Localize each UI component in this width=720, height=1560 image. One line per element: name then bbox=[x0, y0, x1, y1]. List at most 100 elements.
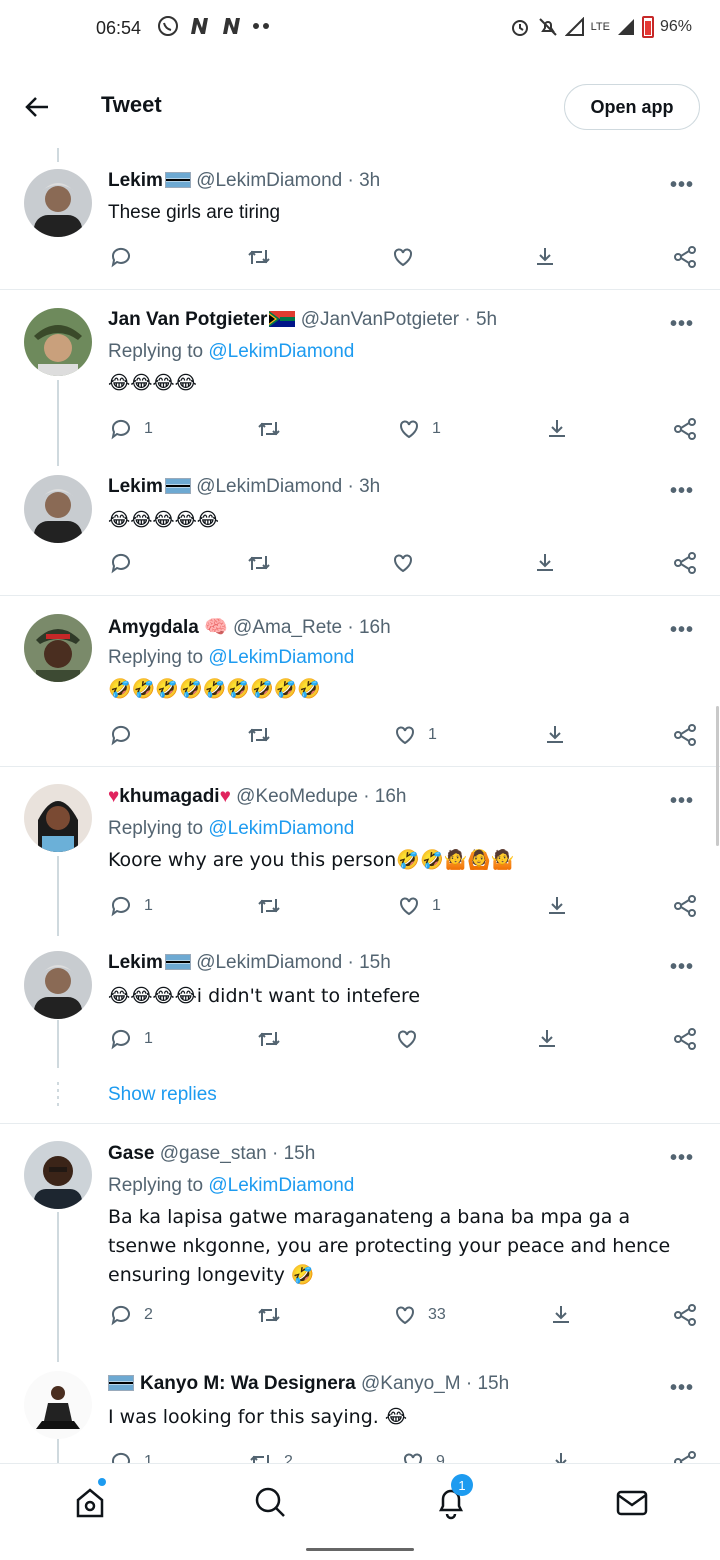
share-button[interactable] bbox=[672, 550, 698, 576]
share-icon bbox=[674, 1304, 696, 1326]
reply-count: 1 bbox=[144, 897, 153, 914]
avatar[interactable] bbox=[24, 951, 92, 1019]
mention-link[interactable]: @LekimDiamond bbox=[208, 1175, 354, 1196]
retweet-button[interactable] bbox=[256, 1026, 282, 1052]
author-name[interactable]: Lekim bbox=[108, 170, 163, 191]
notifications-badge: 1 bbox=[451, 1474, 473, 1496]
retweet-button[interactable] bbox=[246, 550, 272, 576]
more-options-icon[interactable]: ••• bbox=[670, 1147, 694, 1170]
author-name[interactable]: Kanyo M: Wa Designera bbox=[140, 1373, 356, 1394]
back-arrow-icon[interactable] bbox=[22, 92, 52, 122]
open-app-button[interactable]: Open app bbox=[564, 84, 700, 130]
retweet-button[interactable] bbox=[246, 244, 272, 270]
avatar[interactable] bbox=[24, 1371, 92, 1439]
tweet-feed[interactable]: Lekim @LekimDiamond · 3h ••• These girls… bbox=[0, 148, 720, 1463]
author-name[interactable]: Jan Van Potgieter bbox=[108, 309, 267, 330]
like-button[interactable]: 33 bbox=[392, 1302, 446, 1328]
share-button[interactable] bbox=[672, 1026, 698, 1052]
more-options-icon[interactable]: ••• bbox=[670, 313, 694, 336]
more-options-icon[interactable]: ••• bbox=[670, 790, 694, 813]
reply-button[interactable]: 1 bbox=[108, 1449, 153, 1463]
tweet-text: 😂😂😂😂😂 bbox=[108, 509, 220, 531]
retweet-button[interactable] bbox=[256, 1302, 282, 1328]
more-options-icon[interactable]: ••• bbox=[670, 480, 694, 503]
author-name[interactable]: Lekim bbox=[108, 952, 163, 973]
reply-count: 1 bbox=[144, 1453, 153, 1463]
heart-icon bbox=[396, 1306, 414, 1325]
retweet-button[interactable] bbox=[256, 893, 282, 919]
share-button[interactable] bbox=[672, 722, 698, 748]
notification-n-icon bbox=[191, 18, 208, 34]
retweet-button[interactable] bbox=[256, 416, 282, 442]
more-options-icon[interactable]: ••• bbox=[670, 956, 694, 979]
avatar[interactable] bbox=[24, 614, 92, 682]
share-button[interactable] bbox=[672, 893, 698, 919]
mention-link[interactable]: @LekimDiamond bbox=[208, 647, 354, 668]
author-name[interactable]: Lekim bbox=[108, 476, 163, 497]
reply-button[interactable]: 1 bbox=[108, 1026, 153, 1052]
share-button[interactable] bbox=[672, 1449, 698, 1463]
reply-button[interactable] bbox=[108, 244, 134, 270]
avatar[interactable] bbox=[24, 1141, 92, 1209]
reply-count: 2 bbox=[144, 1306, 153, 1323]
author-handle: @LekimDiamond · 3h bbox=[196, 170, 381, 191]
download-button[interactable] bbox=[532, 550, 558, 576]
download-button[interactable] bbox=[542, 722, 568, 748]
author-handle: @LekimDiamond · 3h bbox=[196, 476, 381, 497]
avatar[interactable] bbox=[24, 475, 92, 543]
replying-to: Replying to @LekimDiamond bbox=[108, 647, 355, 668]
download-button[interactable] bbox=[532, 244, 558, 270]
reply-button[interactable]: 1 bbox=[108, 893, 153, 919]
mention-link[interactable]: @LekimDiamond bbox=[208, 341, 354, 362]
download-button[interactable] bbox=[534, 1026, 560, 1052]
retweet-button[interactable]: 2 bbox=[248, 1449, 293, 1463]
mention-link[interactable]: @LekimDiamond bbox=[208, 818, 354, 839]
more-options-icon[interactable]: ••• bbox=[670, 174, 694, 197]
retweet-button[interactable] bbox=[246, 722, 272, 748]
share-icon bbox=[674, 1028, 696, 1050]
status-bar: 06:54 LTE 96% bbox=[0, 0, 720, 60]
share-icon bbox=[674, 552, 696, 574]
download-button[interactable] bbox=[544, 416, 570, 442]
like-button[interactable]: 1 bbox=[396, 893, 441, 919]
share-button[interactable] bbox=[672, 1302, 698, 1328]
author-name[interactable]: Gase bbox=[108, 1143, 154, 1164]
author-handle: @gase_stan · 15h bbox=[159, 1143, 316, 1164]
download-button[interactable] bbox=[548, 1302, 574, 1328]
author-name[interactable]: Amygdala bbox=[108, 617, 199, 638]
like-button[interactable] bbox=[394, 1026, 420, 1052]
notifications-tab[interactable]: 1 bbox=[431, 1474, 473, 1522]
like-count: 1 bbox=[428, 726, 437, 743]
like-button[interactable] bbox=[390, 244, 416, 270]
like-button[interactable]: 1 bbox=[396, 416, 441, 442]
share-button[interactable] bbox=[672, 244, 698, 270]
more-options-icon[interactable]: ••• bbox=[670, 1377, 694, 1400]
search-tab[interactable] bbox=[250, 1482, 290, 1522]
reply-button[interactable]: 1 bbox=[108, 416, 153, 442]
search-icon bbox=[255, 1487, 285, 1517]
more-options-icon[interactable]: ••• bbox=[670, 619, 694, 642]
tweet-actions: 1 bbox=[108, 1026, 708, 1058]
reply-button[interactable] bbox=[108, 550, 134, 576]
reply-button[interactable] bbox=[108, 722, 134, 748]
home-tab[interactable] bbox=[70, 1478, 110, 1522]
like-button[interactable]: 1 bbox=[392, 722, 437, 748]
avatar[interactable] bbox=[24, 169, 92, 237]
avatar[interactable] bbox=[24, 308, 92, 376]
share-button[interactable] bbox=[672, 416, 698, 442]
like-button[interactable] bbox=[390, 550, 416, 576]
more-notifications-icon bbox=[253, 23, 269, 29]
download-button[interactable] bbox=[548, 1449, 574, 1463]
retweet-icon bbox=[258, 1308, 280, 1322]
reply-button[interactable]: 2 bbox=[108, 1302, 153, 1328]
page-title: Tweet bbox=[101, 92, 162, 117]
show-replies-link[interactable]: Show replies bbox=[108, 1084, 217, 1106]
avatar[interactable] bbox=[24, 784, 92, 852]
messages-tab[interactable] bbox=[612, 1482, 652, 1522]
download-button[interactable] bbox=[544, 893, 570, 919]
scrollbar[interactable] bbox=[716, 706, 719, 846]
download-icon bbox=[537, 248, 553, 265]
author-name[interactable]: khumagadi bbox=[119, 786, 219, 807]
botswana-flag-icon bbox=[164, 478, 191, 494]
like-button[interactable]: 9 bbox=[400, 1449, 445, 1463]
